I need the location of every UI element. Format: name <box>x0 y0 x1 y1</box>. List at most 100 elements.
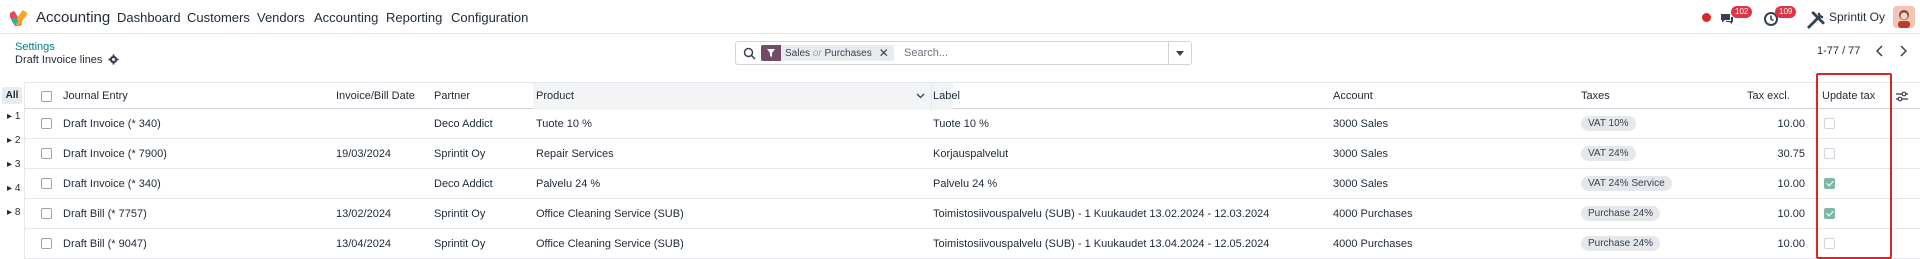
company-switcher[interactable]: Sprintit Oy <box>1829 10 1885 24</box>
table-row[interactable]: Draft Bill (* 9047) 13/04/2024 Sprintit … <box>25 229 1920 259</box>
table-row[interactable]: Draft Invoice (* 7900) 19/03/2024 Sprint… <box>25 139 1920 169</box>
cell-account: 4000 Purchases <box>1333 238 1413 250</box>
cell-product: Office Cleaning Service (SUB) <box>536 208 684 220</box>
row-checkbox[interactable] <box>41 148 52 159</box>
group-all[interactable]: All <box>2 87 22 104</box>
col-account[interactable]: Account <box>1333 90 1373 102</box>
cell-date: 19/03/2024 <box>336 148 392 160</box>
cell-journal-entry: Draft Invoice (* 7900) <box>63 148 167 160</box>
optional-columns-icon[interactable] <box>1895 90 1909 103</box>
chevron-right-icon <box>1900 45 1907 57</box>
menu-reporting[interactable]: Reporting <box>386 10 442 25</box>
cell-tax-excl: 10.00 <box>1777 208 1805 220</box>
caret-down-icon <box>1176 50 1184 56</box>
facet-label: Sales or Purchases <box>781 48 876 59</box>
group-label: 2 <box>14 135 21 146</box>
search-bar: Sales or Purchases ✕ <box>735 41 1192 65</box>
search-input[interactable] <box>904 45 1144 61</box>
cell-product: Repair Services <box>536 148 614 160</box>
cell-journal-entry: Draft Invoice (* 340) <box>63 118 161 130</box>
cell-label: Toimistosiivouspalvelu (SUB) - 1 Kuukaud… <box>933 208 1270 220</box>
pager-next-button[interactable] <box>1892 40 1914 62</box>
menu-dashboard[interactable]: Dashboard <box>117 10 181 25</box>
group-label: 8 <box>14 207 21 218</box>
row-checkbox[interactable] <box>41 118 52 129</box>
filter-facet: Sales or Purchases ✕ <box>761 45 894 61</box>
breadcrumb-settings[interactable]: Settings <box>15 41 55 53</box>
row-checkbox[interactable] <box>41 238 52 249</box>
pager-previous-button[interactable] <box>1869 40 1891 62</box>
activities-button[interactable]: 109 <box>1763 6 1797 28</box>
messages-button[interactable]: 102 <box>1719 6 1753 28</box>
cell-label: Toimistosiivouspalvelu (SUB) - 1 Kuukaud… <box>933 238 1270 250</box>
gear-icon[interactable] <box>108 54 119 65</box>
cell-tax-excl: 10.00 <box>1777 178 1805 190</box>
row-checkbox[interactable] <box>41 178 52 189</box>
col-tax-excl[interactable]: Tax excl. <box>1747 90 1790 102</box>
cell-account: 3000 Sales <box>1333 178 1389 190</box>
cell-date: 13/04/2024 <box>336 238 392 250</box>
top-navbar: Accounting Dashboard Customers Vendors A… <box>0 0 1920 34</box>
cell-partner: Deco Addict <box>434 118 493 130</box>
cell-partner: Sprintit Oy <box>434 238 486 250</box>
sort-down-icon[interactable] <box>916 93 925 99</box>
col-label[interactable]: Label <box>933 90 960 102</box>
cell-journal-entry: Draft Invoice (* 340) <box>63 178 161 190</box>
pager-value[interactable]: 1-77 / 77 <box>1817 45 1860 57</box>
select-all-checkbox[interactable] <box>41 91 52 102</box>
menu-customers[interactable]: Customers <box>187 10 250 25</box>
messages-badge: 102 <box>1731 6 1753 18</box>
cell-partner: Sprintit Oy <box>434 208 486 220</box>
col-invoice-date[interactable]: Invoice/Bill Date <box>336 90 415 102</box>
app-logo-icon[interactable] <box>10 8 28 26</box>
group-item[interactable]: ▸ 4 <box>7 183 20 194</box>
group-item[interactable]: ▸ 3 <box>7 159 20 170</box>
cell-account: 3000 Sales <box>1333 148 1389 160</box>
cell-journal-entry: Draft Bill (* 9047) <box>63 238 147 250</box>
user-avatar[interactable] <box>1893 6 1915 28</box>
cell-journal-entry: Draft Bill (* 7757) <box>63 208 147 220</box>
group-item[interactable]: ▸ 2 <box>7 135 20 146</box>
chevron-left-icon <box>1876 45 1883 57</box>
tools-icon[interactable] <box>1806 10 1826 30</box>
cell-partner: Deco Addict <box>434 178 493 190</box>
facet-value-sales: Sales <box>785 47 811 59</box>
table-row[interactable]: Draft Bill (* 7757) 13/02/2024 Sprintit … <box>25 199 1920 229</box>
cell-date: 13/02/2024 <box>336 208 392 220</box>
cell-label: Korjauspalvelut <box>933 148 1009 160</box>
search-options-toggle[interactable] <box>1168 41 1191 65</box>
facet-or: or <box>812 47 822 59</box>
page-title: Draft Invoice lines <box>15 54 103 66</box>
group-panel: All ▸ 1 ▸ 2 ▸ 3 ▸ 4 ▸ 8 <box>0 82 25 259</box>
menu-configuration[interactable]: Configuration <box>451 10 528 25</box>
row-checkbox[interactable] <box>41 208 52 219</box>
column-divider <box>931 83 932 110</box>
menu-accounting[interactable]: Accounting <box>314 10 378 25</box>
cell-account: 4000 Purchases <box>1333 208 1413 220</box>
facet-value-purchases: Purchases <box>824 47 872 59</box>
col-partner[interactable]: Partner <box>434 90 470 102</box>
search-icon[interactable] <box>743 47 756 60</box>
filter-icon <box>761 45 781 61</box>
cell-label: Palvelu 24 % <box>933 178 998 190</box>
status-dot[interactable] <box>1702 13 1711 22</box>
group-label: 4 <box>14 183 21 194</box>
tax-tag: VAT 10% <box>1581 116 1636 131</box>
col-journal-entry[interactable]: Journal Entry <box>63 90 128 102</box>
app-name[interactable]: Accounting <box>36 9 110 26</box>
cell-partner: Sprintit Oy <box>434 148 486 160</box>
tax-tag: VAT 24% <box>1581 146 1636 161</box>
table-header: Journal Entry Invoice/Bill Date Partner … <box>25 82 1920 110</box>
group-item[interactable]: ▸ 8 <box>7 207 20 218</box>
table-row[interactable]: Draft Invoice (* 340) Deco Addict Tuote … <box>25 109 1920 139</box>
cell-tax-excl: 10.00 <box>1777 238 1805 250</box>
col-product[interactable]: Product <box>536 90 574 102</box>
product-header-bg <box>533 83 953 110</box>
cell-product: Tuote 10 % <box>536 118 592 130</box>
facet-close-icon[interactable]: ✕ <box>876 46 894 60</box>
menu-vendors[interactable]: Vendors <box>257 10 305 25</box>
col-taxes[interactable]: Taxes <box>1581 90 1610 102</box>
tax-tag: Purchase 24% <box>1581 236 1661 251</box>
group-item[interactable]: ▸ 1 <box>7 111 20 122</box>
table-row[interactable]: Draft Invoice (* 340) Deco Addict Palvel… <box>25 169 1920 199</box>
